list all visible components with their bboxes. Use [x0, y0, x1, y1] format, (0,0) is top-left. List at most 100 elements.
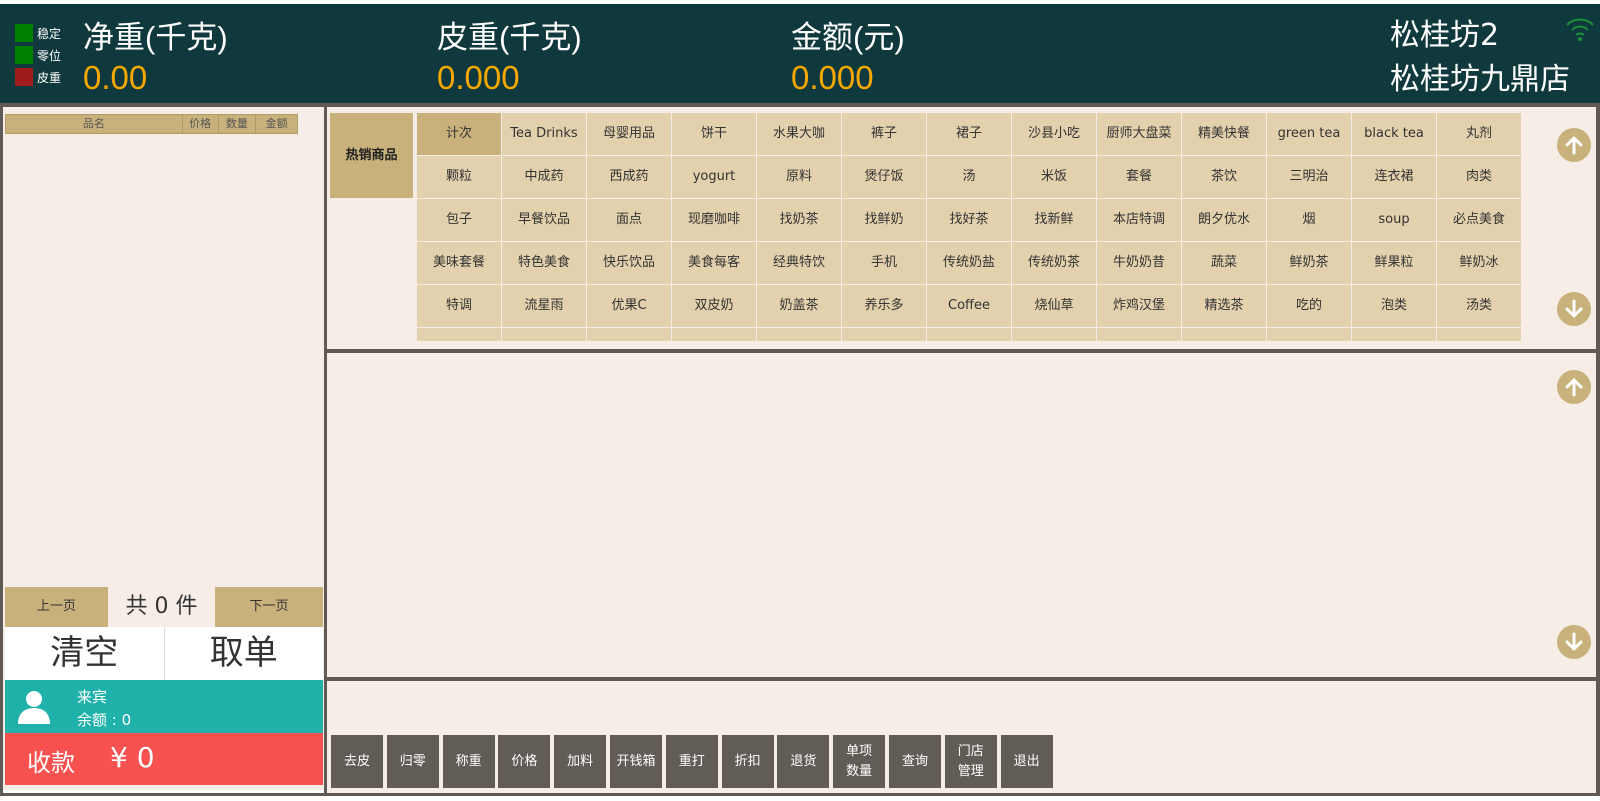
member-card[interactable]: 来宾 余额 : 0: [5, 680, 323, 733]
category-item[interactable]: 现磨咖啡: [672, 199, 756, 241]
clear-button[interactable]: 清空: [5, 627, 165, 680]
category-item[interactable]: [1097, 328, 1181, 341]
category-item[interactable]: [1012, 328, 1096, 341]
category-item[interactable]: 连衣裙: [1352, 156, 1436, 198]
category-item[interactable]: Tea Drinks: [502, 113, 586, 155]
category-item[interactable]: 双皮奶: [672, 285, 756, 327]
next-page-button[interactable]: 下一页: [215, 587, 323, 627]
product-scroll-up-button[interactable]: [1557, 370, 1591, 404]
category-item[interactable]: 经典特饮: [757, 242, 841, 284]
checkout-button[interactable]: 收款 ¥ 0: [5, 733, 323, 785]
category-item[interactable]: black tea: [1352, 113, 1436, 155]
category-item[interactable]: [1267, 328, 1351, 341]
category-item[interactable]: 饼干: [672, 113, 756, 155]
category-item[interactable]: 美食每客: [672, 242, 756, 284]
category-item[interactable]: 找鲜奶: [842, 199, 926, 241]
function-button[interactable]: 门店 管理: [944, 735, 997, 788]
category-item[interactable]: 养乐多: [842, 285, 926, 327]
category-item[interactable]: 牛奶奶昔: [1097, 242, 1181, 284]
function-button[interactable]: 重打: [665, 735, 718, 788]
category-item[interactable]: 煲仔饭: [842, 156, 926, 198]
category-scroll-up-button[interactable]: [1557, 128, 1591, 162]
prev-page-button[interactable]: 上一页: [5, 587, 108, 627]
category-item[interactable]: 必点美食: [1437, 199, 1521, 241]
category-item[interactable]: [842, 328, 926, 341]
category-item[interactable]: 三明治: [1267, 156, 1351, 198]
category-item[interactable]: 套餐: [1097, 156, 1181, 198]
category-item[interactable]: 奶盖茶: [757, 285, 841, 327]
category-item[interactable]: 中成药: [502, 156, 586, 198]
category-item[interactable]: 精美快餐: [1182, 113, 1266, 155]
category-item[interactable]: [1437, 328, 1521, 341]
category-item[interactable]: 美味套餐: [417, 242, 501, 284]
function-button[interactable]: 开钱箱: [610, 735, 662, 788]
category-item[interactable]: 母婴用品: [587, 113, 671, 155]
category-item[interactable]: [417, 328, 501, 341]
category-item[interactable]: 找奶茶: [757, 199, 841, 241]
category-item[interactable]: 鲜奶冰: [1437, 242, 1521, 284]
category-item[interactable]: 特调: [417, 285, 501, 327]
category-item[interactable]: [587, 328, 671, 341]
category-item[interactable]: 吃的: [1267, 285, 1351, 327]
function-button[interactable]: 归零: [386, 735, 439, 788]
category-item[interactable]: 鲜奶茶: [1267, 242, 1351, 284]
retrieve-order-button[interactable]: 取单: [165, 627, 324, 680]
category-item[interactable]: 烟: [1267, 199, 1351, 241]
function-button[interactable]: 称重: [442, 735, 495, 788]
product-scroll-down-button[interactable]: [1557, 625, 1591, 659]
category-item[interactable]: 本店特调: [1097, 199, 1181, 241]
category-item[interactable]: Coffee: [927, 285, 1011, 327]
category-item[interactable]: soup: [1352, 199, 1436, 241]
category-item[interactable]: 计次: [417, 113, 501, 155]
category-item[interactable]: 面点: [587, 199, 671, 241]
category-item[interactable]: 裤子: [842, 113, 926, 155]
category-item[interactable]: 快乐饮品: [587, 242, 671, 284]
category-item[interactable]: 优果C: [587, 285, 671, 327]
category-item[interactable]: 颗粒: [417, 156, 501, 198]
function-button[interactable]: 加料: [554, 735, 607, 788]
hot-products-tab[interactable]: 热销商品: [330, 113, 413, 198]
category-item[interactable]: 传统奶盐: [927, 242, 1011, 284]
category-item[interactable]: [1352, 328, 1436, 341]
function-button[interactable]: 折扣: [721, 735, 774, 788]
category-item[interactable]: 水果大咖: [757, 113, 841, 155]
category-item[interactable]: 丸剂: [1437, 113, 1521, 155]
category-item[interactable]: 米饭: [1012, 156, 1096, 198]
category-item[interactable]: [502, 328, 586, 341]
function-button[interactable]: 查询: [889, 735, 941, 788]
category-item[interactable]: 泡类: [1352, 285, 1436, 327]
category-item[interactable]: 西成药: [587, 156, 671, 198]
category-item[interactable]: green tea: [1267, 113, 1351, 155]
category-item[interactable]: [927, 328, 1011, 341]
category-item[interactable]: 找好茶: [927, 199, 1011, 241]
category-item[interactable]: [757, 328, 841, 341]
category-item[interactable]: 包子: [417, 199, 501, 241]
category-item[interactable]: 特色美食: [502, 242, 586, 284]
category-item[interactable]: 朗夕优水: [1182, 199, 1266, 241]
category-item[interactable]: 烧仙草: [1012, 285, 1096, 327]
category-item[interactable]: 茶饮: [1182, 156, 1266, 198]
category-item[interactable]: 炸鸡汉堡: [1097, 285, 1181, 327]
category-item[interactable]: 流星雨: [502, 285, 586, 327]
function-button[interactable]: 退货: [777, 735, 830, 788]
category-item[interactable]: 传统奶茶: [1012, 242, 1096, 284]
category-item[interactable]: 鲜果粒: [1352, 242, 1436, 284]
category-item[interactable]: 肉类: [1437, 156, 1521, 198]
category-item[interactable]: 厨师大盘菜: [1097, 113, 1181, 155]
function-button[interactable]: 单项 数量: [833, 735, 886, 788]
category-item[interactable]: yogurt: [672, 156, 756, 198]
category-item[interactable]: 找新鲜: [1012, 199, 1096, 241]
category-item[interactable]: [672, 328, 756, 341]
category-item[interactable]: [1182, 328, 1266, 341]
function-button[interactable]: 去皮: [331, 735, 383, 788]
category-scroll-down-button[interactable]: [1557, 292, 1591, 326]
category-item[interactable]: 原料: [757, 156, 841, 198]
category-item[interactable]: 裙子: [927, 113, 1011, 155]
function-button[interactable]: 价格: [498, 735, 551, 788]
category-item[interactable]: 汤: [927, 156, 1011, 198]
category-item[interactable]: 蔬菜: [1182, 242, 1266, 284]
category-item[interactable]: 手机: [842, 242, 926, 284]
category-item[interactable]: 汤类: [1437, 285, 1521, 327]
category-item[interactable]: 沙县小吃: [1012, 113, 1096, 155]
category-item[interactable]: 精选茶: [1182, 285, 1266, 327]
